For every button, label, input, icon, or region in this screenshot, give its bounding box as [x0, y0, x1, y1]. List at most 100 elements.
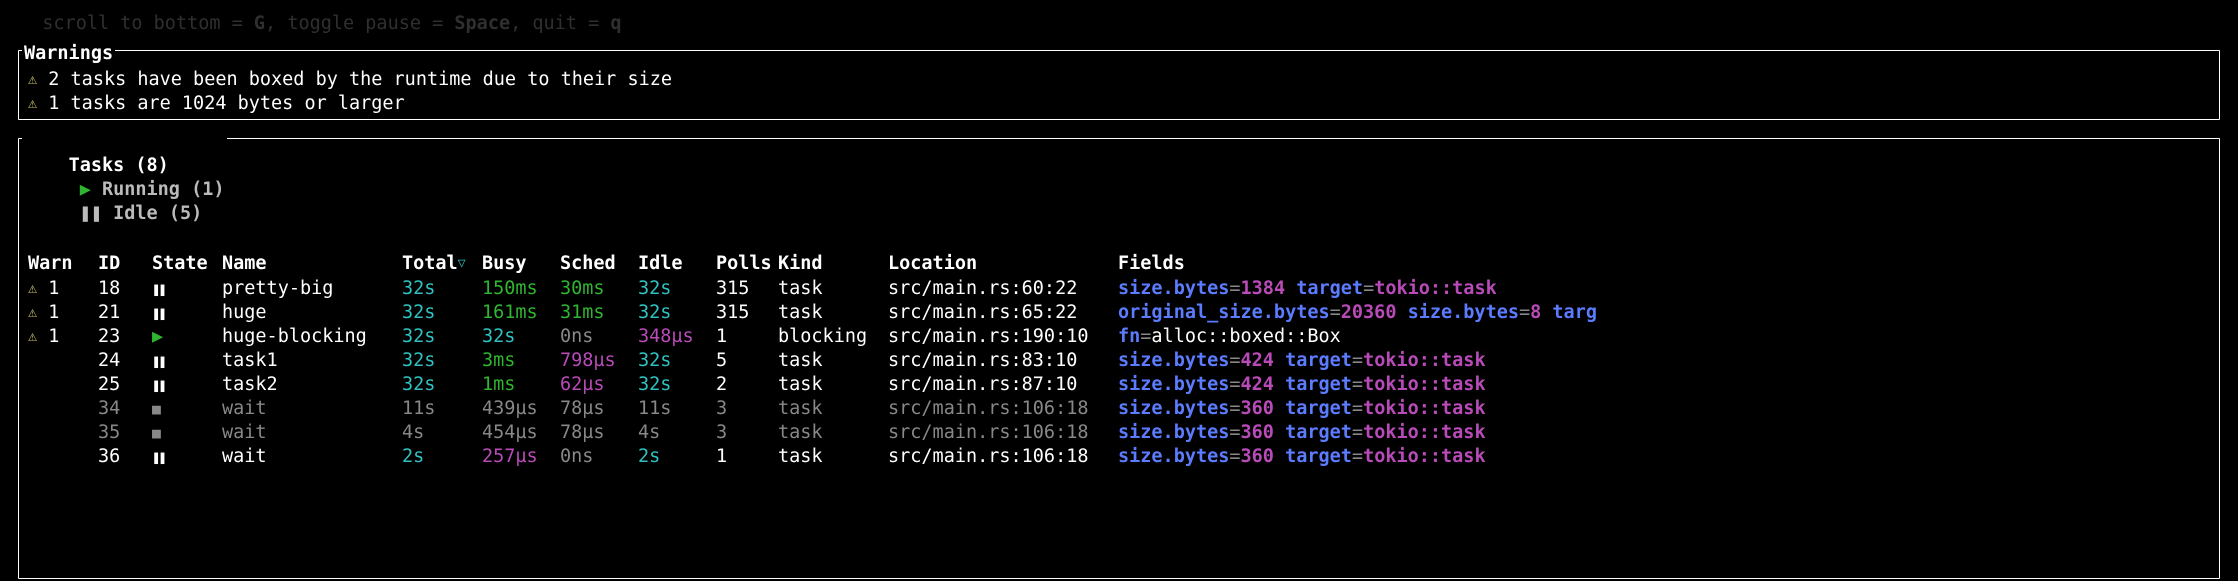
cell-busy: 439µs	[482, 397, 560, 421]
cell-state: ❚❚	[152, 349, 222, 373]
paused-icon: ❚❚	[152, 305, 166, 323]
table-row[interactable]: 24❚❚task132s3ms798µs32s5tasksrc/main.rs:…	[28, 349, 2210, 373]
cell-warn	[28, 397, 98, 421]
cell-id: 25	[98, 373, 152, 397]
cell-sched: 30ms	[560, 277, 638, 301]
cell-polls: 2	[716, 373, 778, 397]
sort-indicator-icon: ▽	[458, 256, 466, 271]
running-icon: ▶	[69, 179, 102, 200]
warning-line: ⚠ 1 tasks are 1024 bytes or larger	[28, 92, 2210, 116]
cell-idle: 32s	[638, 301, 716, 325]
cell-sched: 0ns	[560, 445, 638, 469]
stopped-icon: ■	[152, 400, 167, 419]
table-row[interactable]: 36❚❚wait2s257µs0ns2s1tasksrc/main.rs:106…	[28, 445, 2210, 469]
cell-id: 21	[98, 301, 152, 325]
paused-icon: ❚❚	[69, 203, 114, 224]
cell-sched: 62µs	[560, 373, 638, 397]
cell-polls: 1	[716, 325, 778, 349]
col-idle[interactable]: Idle	[638, 252, 716, 276]
cell-busy: 257µs	[482, 445, 560, 469]
paused-icon: ❚❚	[152, 353, 166, 371]
col-warn[interactable]: Warn	[28, 252, 98, 276]
cell-state: ❚❚	[152, 445, 222, 469]
table-row[interactable]: ⚠ 123▶huge-blocking32s32s0ns348µs1blocki…	[28, 325, 2210, 349]
cell-polls: 5	[716, 349, 778, 373]
paused-icon: ❚❚	[152, 377, 166, 395]
paused-icon: ❚❚	[152, 281, 166, 299]
cell-idle: 32s	[638, 373, 716, 397]
col-polls[interactable]: Polls	[716, 252, 778, 276]
table-row[interactable]: ⚠ 118❚❚pretty-big32s150ms30ms32s315tasks…	[28, 277, 2210, 301]
cell-warn: ⚠ 1	[28, 325, 98, 349]
cell-state: ❚❚	[152, 301, 222, 325]
cell-kind: task	[778, 445, 888, 469]
cell-total: 32s	[402, 301, 482, 325]
cell-state: ❚❚	[152, 373, 222, 397]
table-row[interactable]: ⚠ 121❚❚huge32s161ms31ms32s315tasksrc/mai…	[28, 301, 2210, 325]
cell-kind: task	[778, 349, 888, 373]
col-sched[interactable]: Sched	[560, 252, 638, 276]
col-state[interactable]: State	[152, 252, 222, 276]
cell-total: 32s	[402, 325, 482, 349]
cell-id: 35	[98, 421, 152, 445]
cell-total: 4s	[402, 421, 482, 445]
cell-idle: 4s	[638, 421, 716, 445]
table-header-row[interactable]: Warn ID State Name Total▽ Busy Sched Idl…	[28, 252, 2210, 276]
cell-kind: task	[778, 421, 888, 445]
cell-warn: ⚠ 1	[28, 301, 98, 325]
col-fields[interactable]: Fields	[1118, 252, 2210, 276]
cell-location: src/main.rs:65:22	[888, 301, 1118, 325]
cell-name: huge-blocking	[222, 325, 402, 349]
cell-location: src/main.rs:106:18	[888, 445, 1118, 469]
cell-kind: task	[778, 301, 888, 325]
cell-total: 11s	[402, 397, 482, 421]
col-name[interactable]: Name	[222, 252, 402, 276]
tasks-table[interactable]: Warn ID State Name Total▽ Busy Sched Idl…	[28, 252, 2210, 468]
cell-fields: size.bytes=1384 target=tokio::task	[1118, 277, 2210, 301]
cell-fields: size.bytes=360 target=tokio::task	[1118, 445, 2210, 469]
col-id[interactable]: ID	[98, 252, 152, 276]
cell-kind: blocking	[778, 325, 888, 349]
cell-id: 36	[98, 445, 152, 469]
warning-icon: ⚠	[28, 327, 37, 347]
col-busy[interactable]: Busy	[482, 252, 560, 276]
tasks-header: Tasks (8) ▶ Running (1) ❚❚ Idle (5)	[22, 130, 227, 250]
col-kind[interactable]: Kind	[778, 252, 888, 276]
table-row[interactable]: 34■wait11s439µs78µs11s3tasksrc/main.rs:1…	[28, 397, 2210, 421]
cell-idle: 2s	[638, 445, 716, 469]
cell-kind: task	[778, 373, 888, 397]
cell-location: src/main.rs:60:22	[888, 277, 1118, 301]
cell-state: ▶	[152, 325, 222, 349]
tasks-panel: Tasks (8) ▶ Running (1) ❚❚ Idle (5) Warn…	[18, 128, 2220, 579]
cell-idle: 348µs	[638, 325, 716, 349]
warnings-panel: Warnings ⚠ 2 tasks have been boxed by th…	[18, 40, 2220, 120]
cell-state: ■	[152, 421, 222, 445]
cell-idle: 11s	[638, 397, 716, 421]
cell-idle: 32s	[638, 349, 716, 373]
cell-sched: 31ms	[560, 301, 638, 325]
running-icon: ▶	[152, 325, 171, 349]
cell-busy: 454µs	[482, 421, 560, 445]
cell-location: src/main.rs:106:18	[888, 421, 1118, 445]
cell-busy: 150ms	[482, 277, 560, 301]
cell-id: 34	[98, 397, 152, 421]
cell-fields: original_size.bytes=20360 size.bytes=8 t…	[1118, 301, 2210, 325]
col-location[interactable]: Location	[888, 252, 1118, 276]
cell-polls: 315	[716, 301, 778, 325]
cell-id: 23	[98, 325, 152, 349]
cell-fields: size.bytes=360 target=tokio::task	[1118, 421, 2210, 445]
warning-icon: ⚠	[28, 94, 37, 114]
cell-name: wait	[222, 421, 402, 445]
cell-fields: size.bytes=360 target=tokio::task	[1118, 397, 2210, 421]
cell-busy: 1ms	[482, 373, 560, 397]
warning-icon: ⚠	[28, 303, 37, 323]
table-row[interactable]: 25❚❚task232s1ms62µs32s2tasksrc/main.rs:8…	[28, 373, 2210, 397]
cell-name: task2	[222, 373, 402, 397]
table-row[interactable]: 35■wait4s454µs78µs4s3tasksrc/main.rs:106…	[28, 421, 2210, 445]
cell-polls: 1	[716, 445, 778, 469]
cell-fields: size.bytes=424 target=tokio::task	[1118, 373, 2210, 397]
cell-name: wait	[222, 397, 402, 421]
cell-fields: size.bytes=424 target=tokio::task	[1118, 349, 2210, 373]
cell-polls: 3	[716, 421, 778, 445]
col-total[interactable]: Total▽	[402, 252, 482, 276]
